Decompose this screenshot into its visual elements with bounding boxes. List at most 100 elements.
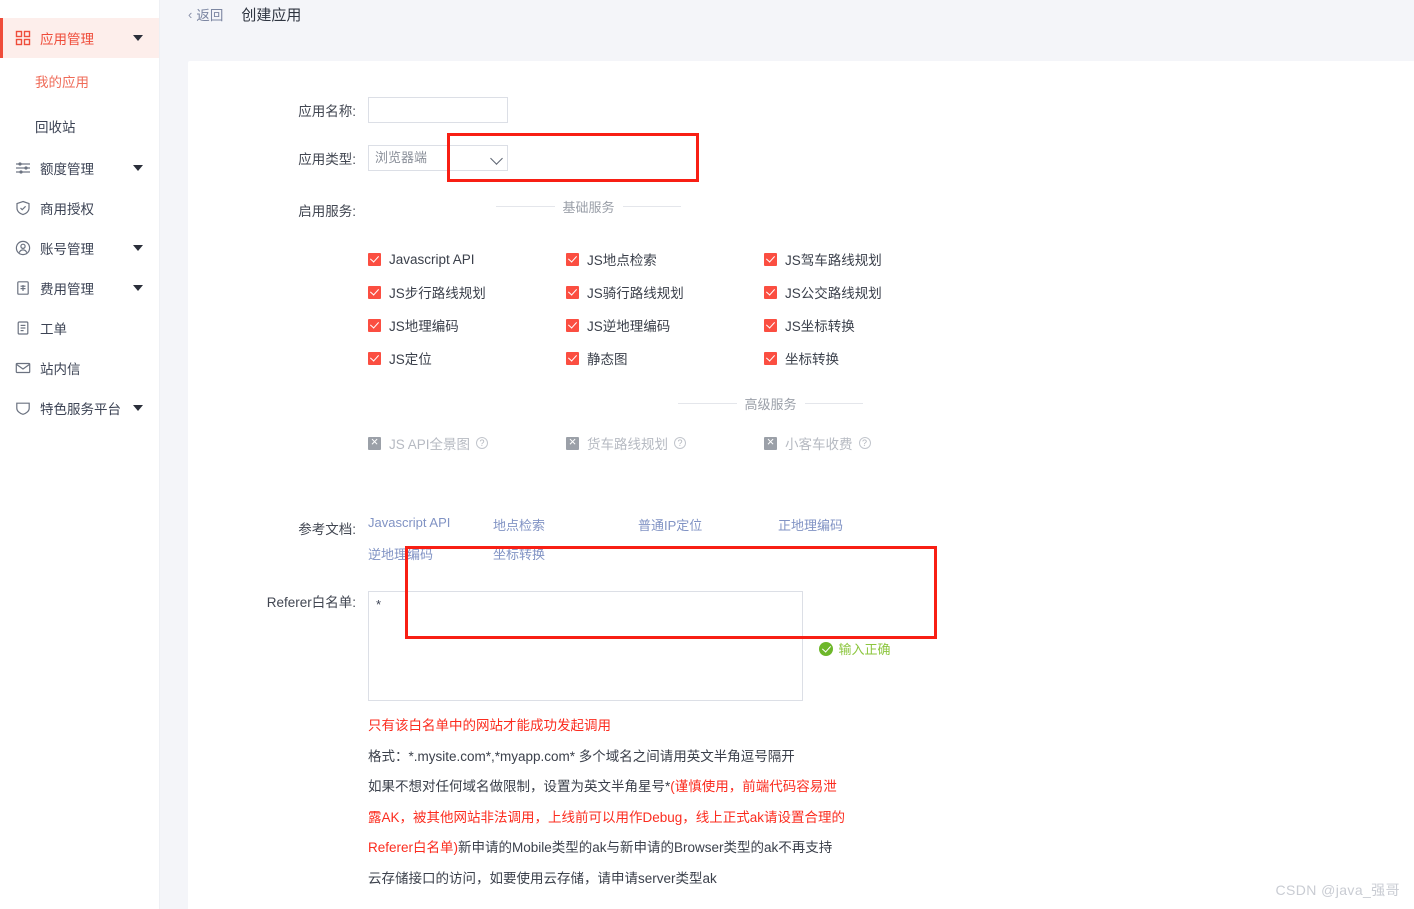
checkbox-label: JS驾车路线规划: [785, 253, 882, 268]
checkbox-label: JS逆地理编码: [587, 319, 671, 334]
check-icon: [368, 252, 381, 266]
hint-line-3-red: (谨慎使用，前端代码容易泄: [670, 779, 837, 794]
section-label-basic: 基础服务: [562, 200, 615, 215]
main-area: ‹ 返回 创建应用 应用名称: 应用类型: 浏览器端 启用服务: 基础服务 Ja…: [160, 0, 1414, 909]
hint-line-3: 如果不想对任何域名做限制，设置为英文半角星号*(谨慎使用，前端代码容易泄: [368, 772, 1414, 803]
checkbox-js-location[interactable]: JS定位: [368, 348, 566, 368]
app-name-input[interactable]: [368, 97, 508, 123]
check-icon: [764, 318, 777, 332]
section-label-advanced: 高级服务: [744, 397, 797, 412]
envelope-icon: [14, 360, 31, 377]
reference-docs-list: Javascript API 地点检索 普通IP定位 正地理编码 逆地理编码 坐…: [368, 515, 1414, 563]
app-type-label: 应用类型:: [298, 152, 356, 167]
checkbox-label: 静态图: [587, 352, 628, 367]
help-icon[interactable]: ?: [476, 437, 489, 449]
hint-line-3-normal: 如果不想对任何域名做限制，设置为英文半角星号*: [368, 779, 671, 794]
sidebar-item-quota-management[interactable]: 额度管理: [0, 148, 159, 188]
form-row-app-type: 应用类型: 浏览器端: [188, 145, 1414, 175]
checkbox-static-map[interactable]: 静态图: [566, 348, 764, 368]
help-icon[interactable]: ?: [858, 437, 871, 449]
doc-link-javascript-api[interactable]: Javascript API: [368, 515, 493, 534]
shield-icon: [14, 200, 31, 217]
badge-icon: [14, 400, 31, 417]
referer-status-text: 输入正确: [838, 642, 891, 657]
checkbox-js-driving-route[interactable]: JS驾车路线规划: [764, 249, 1088, 269]
chevron-down-icon[interactable]: [133, 35, 143, 41]
sidebar-item-label: 工单: [40, 322, 67, 337]
checkbox-js-api-panorama[interactable]: JS API全景图 ?: [368, 433, 566, 453]
success-check-icon: [819, 641, 834, 656]
sidebar-item-fee-management[interactable]: 费用管理: [0, 268, 159, 308]
sidebar-item-commercial-license[interactable]: 商用授权: [0, 188, 159, 228]
services-field-wrap: 基础服务: [368, 197, 1414, 227]
checkbox-truck-route[interactable]: 货车路线规划 ?: [566, 433, 764, 453]
hints-block: 只有该白名单中的网站才能成功发起调用 格式：*.mysite.com*,*mya…: [368, 711, 1414, 909]
checkbox-js-riding-route[interactable]: JS骑行路线规划: [566, 282, 764, 302]
help-icon[interactable]: ?: [674, 437, 686, 449]
checkbox-label: JS定位: [389, 352, 432, 367]
checkbox-coordinate-convert[interactable]: 坐标转换: [764, 348, 1088, 368]
chevron-down-icon[interactable]: [133, 285, 143, 291]
chevron-down-icon[interactable]: [133, 405, 143, 411]
cross-icon: [368, 434, 381, 450]
checkbox-js-place-search[interactable]: JS地点检索: [566, 249, 764, 269]
check-icon: [764, 252, 777, 266]
app-type-field-wrap: 浏览器端: [368, 145, 1414, 175]
sidebar-subitem-label: 回收站: [35, 119, 76, 135]
chevron-left-icon: ‹: [188, 6, 193, 22]
chevron-down-icon[interactable]: [133, 165, 143, 171]
checkbox-javascript-api[interactable]: Javascript API: [368, 249, 566, 269]
create-app-form: 应用名称: 应用类型: 浏览器端 启用服务: 基础服务 Javascript A…: [188, 61, 1414, 909]
sidebar-item-label: 商用授权: [40, 202, 94, 217]
checkbox-passenger-car-toll[interactable]: 小客车收费 ?: [764, 433, 1088, 453]
doc-link-place-search[interactable]: 地点检索: [493, 515, 638, 534]
doc-link-coordinate-convert[interactable]: 坐标转换: [493, 544, 638, 563]
form-row-referer-whitelist: Referer白名单: 输入正确: [188, 591, 1414, 701]
sidebar-item-work-order[interactable]: 工单: [0, 308, 159, 348]
check-icon: [566, 252, 579, 266]
checkbox-label: 坐标转换: [785, 352, 839, 367]
cross-icon: [764, 434, 777, 450]
referer-status-badge: 输入正确: [819, 639, 890, 658]
check-icon: [566, 318, 579, 332]
sidebar-subitem-my-apps[interactable]: 我的应用: [0, 58, 159, 103]
sidebar-item-app-management[interactable]: 应用管理: [0, 18, 159, 58]
doc-link-geocoding[interactable]: 正地理编码: [778, 515, 1414, 534]
hint-line-1: 只有该白名单中的网站才能成功发起调用: [368, 718, 611, 733]
sliders-icon: [14, 160, 31, 177]
reference-docs-field: Javascript API 地点检索 普通IP定位 正地理编码 逆地理编码 坐…: [368, 515, 1414, 563]
content-card: 应用名称: 应用类型: 浏览器端 启用服务: 基础服务 Javascript A…: [188, 61, 1414, 909]
back-button[interactable]: ‹ 返回: [188, 4, 223, 24]
enable-services-label: 启用服务:: [298, 204, 356, 219]
checkbox-label: JS步行路线规划: [389, 286, 486, 301]
checkbox-js-walking-route[interactable]: JS步行路线规划: [368, 282, 566, 302]
sidebar-subitem-recycle-bin[interactable]: 回收站: [0, 103, 159, 148]
sidebar-item-label: 额度管理: [40, 162, 94, 177]
back-label: 返回: [196, 8, 224, 23]
checkbox-label: JS地点检索: [587, 253, 657, 268]
checkbox-label: 货车路线规划: [587, 437, 668, 452]
checkbox-js-geocoding[interactable]: JS地理编码: [368, 315, 566, 335]
sidebar-item-featured-service-platform[interactable]: 特色服务平台: [0, 388, 159, 428]
reference-docs-label: 参考文档:: [298, 522, 356, 537]
check-icon: [368, 351, 381, 365]
app-type-select-wrap: 浏览器端: [368, 145, 508, 171]
sidebar-item-inbox[interactable]: 站内信: [0, 348, 159, 388]
check-icon: [764, 351, 777, 365]
referer-whitelist-textarea[interactable]: [368, 591, 803, 701]
sidebar-item-account-management[interactable]: 账号管理: [0, 228, 159, 268]
checkbox-label: Javascript API: [389, 251, 475, 267]
hints-spacer: [188, 711, 368, 909]
checkbox-js-transit-route[interactable]: JS公交路线规划: [764, 282, 1088, 302]
checkbox-js-coordinate-convert[interactable]: JS坐标转换: [764, 315, 1088, 335]
hint-line-4: 露AK，被其他网站非法调用，上线前可以用作Debug，线上正式ak请设置合理的: [368, 809, 846, 825]
doc-link-reverse-geocoding[interactable]: 逆地理编码: [368, 544, 493, 563]
check-icon: [368, 318, 381, 332]
app-type-select[interactable]: 浏览器端: [368, 145, 508, 171]
chevron-down-icon[interactable]: [133, 245, 143, 251]
sidebar-item-label: 应用管理: [40, 32, 94, 47]
checkbox-js-reverse-geocoding[interactable]: JS逆地理编码: [566, 315, 764, 335]
sidebar-item-label: 账号管理: [40, 242, 94, 257]
doc-link-ip-location[interactable]: 普通IP定位: [638, 515, 778, 534]
app-name-label: 应用名称:: [298, 104, 356, 119]
